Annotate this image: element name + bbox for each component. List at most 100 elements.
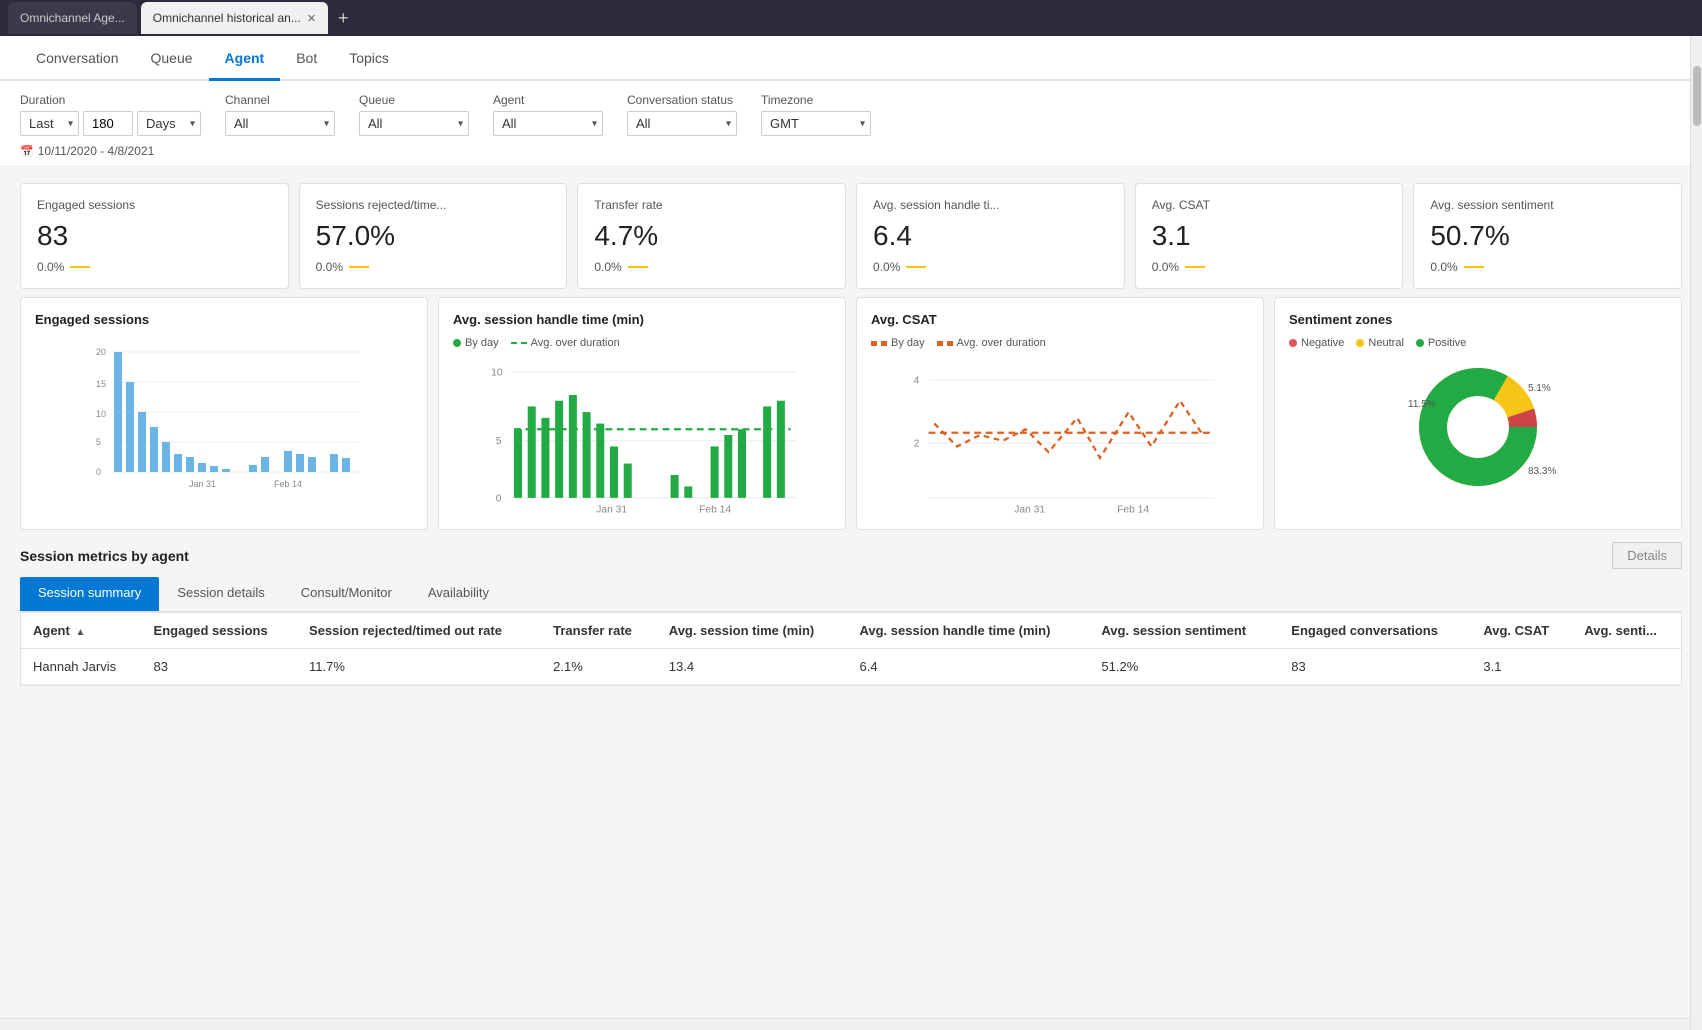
tab-active[interactable]: Omnichannel historical an... ✕ bbox=[141, 2, 328, 34]
metric-bar-5 bbox=[1464, 266, 1484, 268]
col-header-transfer[interactable]: Transfer rate bbox=[541, 613, 657, 649]
legend-avg-handle: Avg. over duration bbox=[511, 337, 620, 349]
app-container: Conversation Queue Agent Bot Topics Dura… bbox=[0, 36, 1702, 1030]
svg-text:Feb 14: Feb 14 bbox=[699, 505, 731, 515]
scrollbar-bottom[interactable] bbox=[0, 1018, 1690, 1030]
col-label-rejected: Session rejected/timed out rate bbox=[309, 623, 502, 638]
charts-row: Engaged sessions 20 15 10 5 0 bbox=[0, 297, 1702, 542]
metric-bar-4 bbox=[1185, 266, 1205, 268]
col-label-session-time: Avg. session time (min) bbox=[669, 623, 814, 638]
duration-value-input[interactable] bbox=[83, 111, 133, 136]
col-header-rejected[interactable]: Session rejected/timed out rate bbox=[297, 613, 541, 649]
legend-positive-label: Positive bbox=[1428, 337, 1467, 349]
sort-icon-agent[interactable]: ▲ bbox=[75, 627, 85, 638]
chart-avg-csat: Avg. CSAT By day Avg. over duration 4 2 bbox=[856, 297, 1264, 530]
svg-text:0: 0 bbox=[96, 467, 101, 477]
duration-type-select[interactable]: Last bbox=[20, 111, 79, 136]
cell-avg-senti bbox=[1572, 649, 1681, 685]
chart-avg-session-handle: Avg. session handle time (min) By day Av… bbox=[438, 297, 846, 530]
svg-text:Jan 31: Jan 31 bbox=[596, 505, 627, 515]
col-header-handle-time[interactable]: Avg. session handle time (min) bbox=[847, 613, 1089, 649]
col-header-session-time[interactable]: Avg. session time (min) bbox=[657, 613, 848, 649]
csat-chart-area: 4 2 Jan 31 Feb 14 bbox=[871, 355, 1249, 515]
svg-text:Jan 31: Jan 31 bbox=[189, 479, 216, 489]
legend-by-day-csat: By day bbox=[871, 337, 925, 349]
chart-sentiment: Sentiment zones Negative Neutral Positiv… bbox=[1274, 297, 1682, 530]
col-header-senti[interactable]: Avg. senti... bbox=[1572, 613, 1681, 649]
queue-label: Queue bbox=[359, 93, 469, 107]
agent-select[interactable]: All bbox=[493, 111, 603, 136]
scrollbar-right[interactable] bbox=[1690, 36, 1702, 1030]
filter-channel: Channel All bbox=[225, 93, 335, 136]
close-tab-icon[interactable]: ✕ bbox=[307, 12, 316, 25]
col-label-engaged: Engaged sessions bbox=[154, 623, 268, 638]
col-header-conversations[interactable]: Engaged conversations bbox=[1279, 613, 1471, 649]
legend-dot-positive bbox=[1416, 339, 1424, 347]
cell-transfer-rate: 2.1% bbox=[541, 649, 657, 685]
metric-change-5: 0.0% bbox=[1430, 260, 1457, 274]
nav-item-queue[interactable]: Queue bbox=[135, 36, 209, 81]
svg-text:20: 20 bbox=[96, 347, 106, 357]
conv-status-label: Conversation status bbox=[627, 93, 737, 107]
legend-avg-csat: Avg. over duration bbox=[937, 337, 1046, 349]
nav-item-topics[interactable]: Topics bbox=[333, 36, 405, 81]
timezone-select[interactable]: GMT bbox=[761, 111, 871, 136]
col-header-csat[interactable]: Avg. CSAT bbox=[1471, 613, 1572, 649]
date-range: 📅 10/11/2020 - 4/8/2021 bbox=[20, 140, 201, 162]
metric-bar-1 bbox=[349, 266, 369, 268]
metric-card-avg-sentiment: Avg. session sentiment 50.7% 0.0% bbox=[1413, 183, 1682, 289]
legend-avg-label-csat: Avg. over duration bbox=[957, 337, 1046, 349]
channel-select-wrapper: All bbox=[225, 111, 335, 136]
details-button[interactable]: Details bbox=[1612, 542, 1682, 569]
cell-rejected-rate: 11.7% bbox=[297, 649, 541, 685]
sub-tab-consult-monitor[interactable]: Consult/Monitor bbox=[283, 577, 410, 611]
conv-status-select[interactable]: All bbox=[627, 111, 737, 136]
metric-bar-0 bbox=[70, 266, 90, 268]
sub-tab-session-details[interactable]: Session details bbox=[159, 577, 282, 611]
metric-value-0: 83 bbox=[37, 220, 272, 252]
col-header-engaged[interactable]: Engaged sessions bbox=[142, 613, 297, 649]
agent-label: Agent bbox=[493, 93, 603, 107]
tab-active-label: Omnichannel historical an... bbox=[153, 11, 301, 25]
col-label-senti: Avg. senti... bbox=[1584, 623, 1656, 638]
col-label-csat: Avg. CSAT bbox=[1483, 623, 1549, 638]
legend-dot-neutral bbox=[1356, 339, 1364, 347]
nav-item-agent[interactable]: Agent bbox=[209, 36, 281, 81]
nav-item-bot[interactable]: Bot bbox=[280, 36, 333, 81]
timezone-label: Timezone bbox=[761, 93, 871, 107]
col-header-sentiment[interactable]: Avg. session sentiment bbox=[1089, 613, 1279, 649]
sub-tab-session-summary[interactable]: Session summary bbox=[20, 577, 159, 611]
donut-container: 5.1% 11.5% 83.3% bbox=[1289, 355, 1667, 489]
svg-text:10: 10 bbox=[491, 368, 503, 379]
metric-value-5: 50.7% bbox=[1430, 220, 1665, 252]
filter-queue: Queue All bbox=[359, 93, 469, 136]
top-nav: Conversation Queue Agent Bot Topics bbox=[0, 36, 1702, 81]
svg-text:11.5%: 11.5% bbox=[1408, 399, 1436, 410]
scrollbar-thumb[interactable] bbox=[1693, 66, 1701, 126]
legend-positive: Positive bbox=[1416, 337, 1467, 349]
legend-by-day-label-handle: By day bbox=[465, 337, 499, 349]
col-header-agent[interactable]: Agent ▲ bbox=[21, 613, 142, 649]
donut-svg: 5.1% 11.5% 83.3% bbox=[1398, 359, 1558, 489]
legend-dash-csat-day bbox=[871, 341, 887, 346]
metric-change-1: 0.0% bbox=[316, 260, 343, 274]
filters-row: Duration Last Days 📅 10/11/2020 - 4/8/20… bbox=[0, 81, 1702, 167]
metric-change-4: 0.0% bbox=[1152, 260, 1179, 274]
cell-avg-sentiment: 51.2% bbox=[1089, 649, 1279, 685]
metric-card-avg-handle-time: Avg. session handle ti... 6.4 0.0% bbox=[856, 183, 1125, 289]
cell-avg-session-time: 13.4 bbox=[657, 649, 848, 685]
tab-inactive-label: Omnichannel Age... bbox=[20, 11, 125, 25]
tab-inactive[interactable]: Omnichannel Age... bbox=[8, 2, 137, 34]
duration-label: Duration bbox=[20, 93, 201, 107]
conv-status-select-wrapper: All bbox=[627, 111, 737, 136]
sub-tab-availability[interactable]: Availability bbox=[410, 577, 507, 611]
legend-avg-label-handle: Avg. over duration bbox=[531, 337, 620, 349]
nav-item-conversation[interactable]: Conversation bbox=[20, 36, 135, 81]
channel-select[interactable]: All bbox=[225, 111, 335, 136]
duration-unit-select[interactable]: Days bbox=[137, 111, 201, 136]
sub-tabs: Session summary Session details Consult/… bbox=[20, 577, 1682, 612]
queue-select[interactable]: All bbox=[359, 111, 469, 136]
browser-chrome: Omnichannel Age... Omnichannel historica… bbox=[0, 0, 1702, 36]
new-tab-button[interactable]: + bbox=[332, 8, 355, 29]
svg-text:0: 0 bbox=[496, 493, 502, 504]
